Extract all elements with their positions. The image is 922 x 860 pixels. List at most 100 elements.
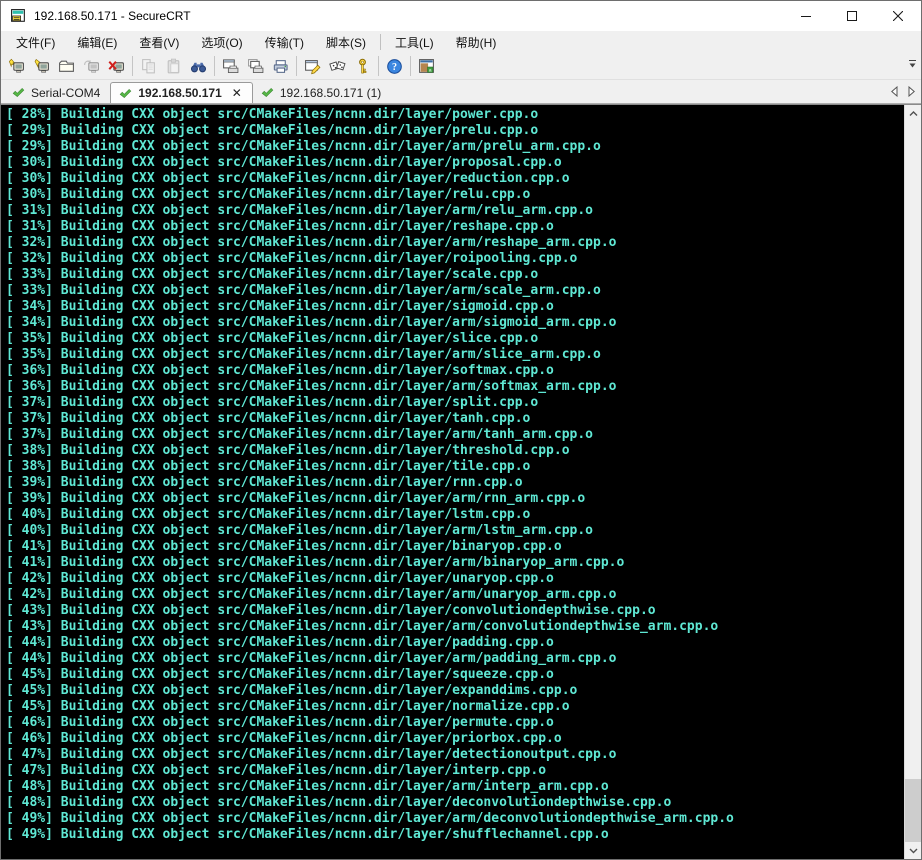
- toolbar-separator: [214, 56, 215, 76]
- find-button[interactable]: [186, 54, 211, 78]
- session-options-icon: [304, 58, 321, 75]
- toolbar-overflow-button[interactable]: [906, 59, 918, 69]
- terminal-line: [ 45%] Building CXX object src/CMakeFile…: [6, 699, 904, 715]
- print-selection-button[interactable]: [243, 54, 268, 78]
- scrollbar-thumb[interactable]: [905, 779, 921, 842]
- paste-icon: [165, 58, 182, 75]
- toolbar-separator: [132, 56, 133, 76]
- menu-item-7[interactable]: 工具(L): [384, 31, 445, 54]
- terminal-line: [ 43%] Building CXX object src/CMakeFile…: [6, 619, 904, 635]
- securecrt-window: 192.168.50.171 - SecureCRT 文件(F)编辑(E)查看(…: [0, 0, 922, 860]
- tab-label: 192.168.50.171: [138, 86, 221, 100]
- toolbar: ?a: [1, 53, 921, 80]
- quick-connect-button[interactable]: [4, 54, 29, 78]
- terminal-line: [ 37%] Building CXX object src/CMakeFile…: [6, 411, 904, 427]
- keymap-editor-button[interactable]: [325, 54, 350, 78]
- menu-item-5[interactable]: 传输(T): [254, 31, 315, 54]
- terminal-line: [ 32%] Building CXX object src/CMakeFile…: [6, 251, 904, 267]
- connect-in-tab-button[interactable]: [54, 54, 79, 78]
- close-icon: [893, 11, 903, 21]
- terminal-line: [ 34%] Building CXX object src/CMakeFile…: [6, 299, 904, 315]
- paste-button: [161, 54, 186, 78]
- menu-bar: 文件(F)编辑(E)查看(V)选项(O)传输(T)脚本(S) 工具(L)帮助(H): [1, 31, 921, 53]
- terminal-line: [ 37%] Building CXX object src/CMakeFile…: [6, 395, 904, 411]
- terminal-scrollbar[interactable]: [904, 105, 921, 859]
- tab-scroll-left-button[interactable]: [890, 86, 899, 97]
- scroll-up-button[interactable]: [905, 105, 921, 122]
- tab-scroll-right-button[interactable]: [907, 86, 916, 97]
- copy-icon: [140, 58, 157, 75]
- terminal-line: [ 48%] Building CXX object src/CMakeFile…: [6, 795, 904, 811]
- terminal-line: [ 40%] Building CXX object src/CMakeFile…: [6, 523, 904, 539]
- key-agent-button[interactable]: [350, 54, 375, 78]
- menu-item-1[interactable]: 文件(F): [5, 31, 66, 54]
- ansi-color-button[interactable]: a: [414, 54, 439, 78]
- securecrt-app-icon: [10, 8, 27, 25]
- tab-192-168-50-171-1[interactable]: 192.168.50.171 (1): [253, 82, 391, 103]
- tab-close-button[interactable]: ✕: [232, 86, 242, 100]
- scrollbar-track[interactable]: [905, 122, 921, 842]
- connected-check-icon: [119, 87, 132, 100]
- minimize-icon: [801, 11, 811, 21]
- find-icon: [190, 58, 207, 75]
- terminal-line: [ 47%] Building CXX object src/CMakeFile…: [6, 763, 904, 779]
- terminal-line: [ 34%] Building CXX object src/CMakeFile…: [6, 315, 904, 331]
- help-button[interactable]: ?: [382, 54, 407, 78]
- menu-item-2[interactable]: 编辑(E): [66, 31, 128, 54]
- key-agent-icon: [354, 58, 371, 75]
- terminal-area: [ 28%] Building CXX object src/CMakeFile…: [1, 104, 921, 859]
- reconnect-icon: [83, 58, 100, 75]
- connect-icon: [33, 58, 50, 75]
- terminal-line: [ 49%] Building CXX object src/CMakeFile…: [6, 811, 904, 827]
- menu-item-8[interactable]: 帮助(H): [445, 31, 508, 54]
- terminal-line: [ 28%] Building CXX object src/CMakeFile…: [6, 107, 904, 123]
- menu-item-3[interactable]: 查看(V): [128, 31, 190, 54]
- disconnect-button[interactable]: [104, 54, 129, 78]
- menu-item-4[interactable]: 选项(O): [190, 31, 253, 54]
- terminal-line: [ 30%] Building CXX object src/CMakeFile…: [6, 171, 904, 187]
- toolbar-separator: [410, 56, 411, 76]
- connect-in-tab-icon: [58, 58, 75, 75]
- terminal-line: [ 36%] Building CXX object src/CMakeFile…: [6, 363, 904, 379]
- toolbar-separator: [296, 56, 297, 76]
- tab-scroll-buttons: [890, 86, 916, 97]
- maximize-button[interactable]: [829, 1, 875, 31]
- chevron-up-icon: [909, 111, 918, 117]
- terminal-line: [ 29%] Building CXX object src/CMakeFile…: [6, 123, 904, 139]
- terminal-line: [ 43%] Building CXX object src/CMakeFile…: [6, 603, 904, 619]
- connect-button[interactable]: [29, 54, 54, 78]
- chevron-down-icon: [908, 59, 917, 69]
- minimize-button[interactable]: [783, 1, 829, 31]
- disconnect-icon: [108, 58, 125, 75]
- chevron-down-icon: [909, 848, 918, 854]
- terminal-line: [ 30%] Building CXX object src/CMakeFile…: [6, 155, 904, 171]
- terminal-line: [ 42%] Building CXX object src/CMakeFile…: [6, 571, 904, 587]
- toolbar-separator: [378, 56, 379, 76]
- terminal-line: [ 41%] Building CXX object src/CMakeFile…: [6, 539, 904, 555]
- tab-192-168-50-171[interactable]: 192.168.50.171 ✕: [110, 82, 252, 103]
- terminal-line: [ 38%] Building CXX object src/CMakeFile…: [6, 443, 904, 459]
- session-options-button[interactable]: [300, 54, 325, 78]
- terminal-line: [ 48%] Building CXX object src/CMakeFile…: [6, 779, 904, 795]
- tab-label: Serial-COM4: [31, 86, 100, 100]
- terminal-line: [ 45%] Building CXX object src/CMakeFile…: [6, 683, 904, 699]
- menu-item-6[interactable]: 脚本(S): [315, 31, 377, 54]
- connected-check-icon: [12, 86, 25, 99]
- terminal-line: [ 47%] Building CXX object src/CMakeFile…: [6, 747, 904, 763]
- maximize-icon: [847, 11, 857, 21]
- terminal-output[interactable]: [ 28%] Building CXX object src/CMakeFile…: [1, 105, 904, 859]
- terminal-line: [ 40%] Building CXX object src/CMakeFile…: [6, 507, 904, 523]
- title-bar: 192.168.50.171 - SecureCRT: [1, 1, 921, 31]
- connected-check-icon: [261, 86, 274, 99]
- scroll-down-button[interactable]: [905, 842, 921, 859]
- terminal-line: [ 36%] Building CXX object src/CMakeFile…: [6, 379, 904, 395]
- print-selection-icon: [247, 58, 264, 75]
- terminal-line: [ 44%] Building CXX object src/CMakeFile…: [6, 651, 904, 667]
- close-button[interactable]: [875, 1, 921, 31]
- print-screen-button[interactable]: [218, 54, 243, 78]
- print-button[interactable]: [268, 54, 293, 78]
- terminal-line: [ 32%] Building CXX object src/CMakeFile…: [6, 235, 904, 251]
- terminal-line: [ 42%] Building CXX object src/CMakeFile…: [6, 587, 904, 603]
- tab-serial-com4[interactable]: Serial-COM4: [4, 82, 110, 103]
- tab-label: 192.168.50.171 (1): [280, 86, 381, 100]
